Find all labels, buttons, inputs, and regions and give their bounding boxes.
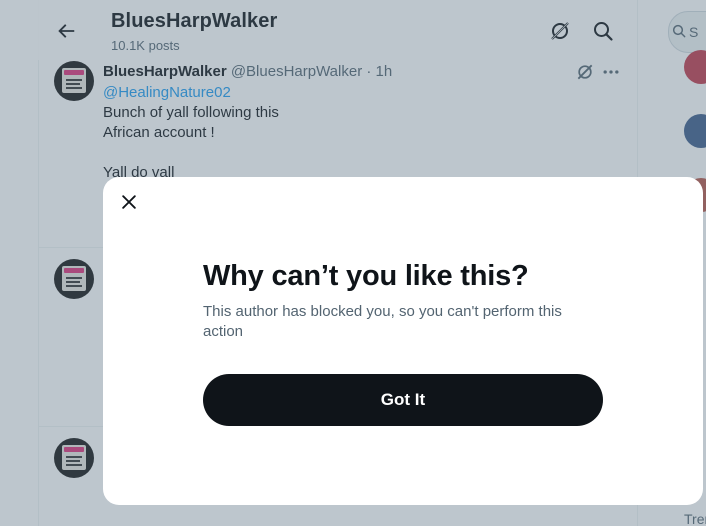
got-it-button[interactable]: Got It	[203, 374, 603, 426]
dialog-title: Why can’t you like this?	[203, 260, 529, 292]
dialog-description: This author has blocked you, so you can'…	[203, 303, 562, 340]
blocked-action-dialog: Why can’t you like this? This author has…	[103, 177, 703, 505]
close-icon[interactable]	[119, 192, 139, 212]
